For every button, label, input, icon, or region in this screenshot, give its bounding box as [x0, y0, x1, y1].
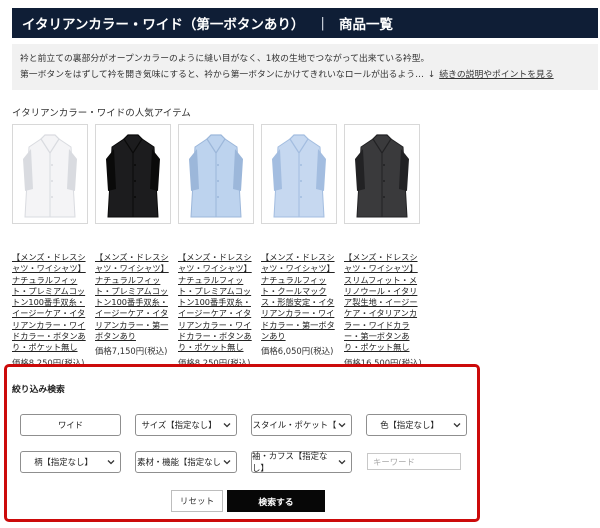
chevron-down-icon — [338, 423, 346, 428]
chevron-down-icon — [338, 460, 346, 465]
description-line-2: 第一ボタンをはずして衿を開き気味にすると、衿から第一ボタンにかけてきれいなロール… — [20, 70, 554, 80]
category-description: 衿と前立ての裏部分がオープンカラーのように縫い目がなく、1枚の生地でつながって出… — [12, 44, 598, 90]
product-image[interactable] — [12, 124, 88, 224]
sleeve-cuff-select[interactable]: 袖・カフス【指定なし】 — [251, 451, 352, 473]
product-name-link[interactable]: 【メンズ・ドレスシャツ・ワイシャツ】ナチュラルフィット・プレミアムコットン100… — [178, 252, 254, 354]
product-image[interactable] — [261, 124, 337, 224]
product-name-link[interactable]: 【メンズ・ドレスシャツ・ワイシャツ】ナチュラルフィット・クールマックス・形態安定… — [261, 252, 337, 342]
shirt-icon — [189, 134, 243, 218]
product-name-link[interactable]: 【メンズ・ドレスシャツ・ワイシャツ】ナチュラルフィット・プレミアムコットン100… — [12, 252, 88, 354]
product-image[interactable] — [344, 124, 420, 224]
shirt-icon — [272, 134, 326, 218]
product-card[interactable]: 【メンズ・ドレスシャツ・ワイシャツ】ナチュラルフィット・プレミアムコットン100… — [95, 124, 173, 357]
shirt-icon — [23, 134, 77, 218]
chevron-down-icon — [107, 460, 115, 465]
product-name-link[interactable]: 【メンズ・ドレスシャツ・ワイシャツ】ナチュラルフィット・プレミアムコットン100… — [95, 252, 171, 342]
shirt-icon — [355, 134, 409, 218]
product-name-link[interactable]: 【メンズ・ドレスシャツ・ワイシャツ】スリムフィット・メリノウール・イタリア製生地… — [344, 252, 420, 354]
title-separator: | — [320, 15, 325, 31]
product-price: 価格6,050円(税込) — [261, 346, 334, 357]
page-subtitle: 商品一覧 — [338, 17, 393, 33]
product-image[interactable] — [178, 124, 254, 224]
pattern-select[interactable]: 柄【指定なし】 — [20, 451, 121, 473]
popular-items-title: イタリアンカラー・ワイドの人気アイテム — [12, 108, 191, 119]
collar-type-field[interactable]: ワイド — [20, 414, 121, 436]
color-select[interactable]: 色【指定なし】 — [366, 414, 467, 436]
size-select[interactable]: サイズ【指定なし】 — [135, 414, 237, 436]
chevron-down-icon — [453, 423, 461, 428]
filter-title: 絞り込み検索 — [12, 385, 65, 395]
keyword-input[interactable] — [367, 453, 461, 470]
down-arrow-icon: ↓ — [427, 70, 436, 80]
page-header: イタリアンカラー・ワイド（第一ボタンあり） | 商品一覧 — [12, 8, 598, 38]
product-price: 価格7,150円(税込) — [95, 346, 168, 357]
read-more-link[interactable]: 続きの説明やポイントを見る — [439, 70, 553, 80]
chevron-down-icon — [223, 460, 231, 465]
search-button[interactable]: 検索する — [227, 490, 325, 512]
product-card[interactable]: 【メンズ・ドレスシャツ・ワイシャツ】ナチュラルフィット・プレミアムコットン100… — [178, 124, 256, 369]
page-title: イタリアンカラー・ワイド（第一ボタンあり） — [22, 17, 305, 33]
product-image[interactable] — [95, 124, 171, 224]
material-function-select[interactable]: 素材・機能【指定なし — [135, 451, 237, 473]
product-card[interactable]: 【メンズ・ドレスシャツ・ワイシャツ】ナチュラルフィット・プレミアムコットン100… — [12, 124, 90, 369]
style-pocket-select[interactable]: スタイル・ポケット【 — [251, 414, 352, 436]
product-card[interactable]: 【メンズ・ドレスシャツ・ワイシャツ】ナチュラルフィット・クールマックス・形態安定… — [261, 124, 339, 357]
product-card[interactable]: 【メンズ・ドレスシャツ・ワイシャツ】スリムフィット・メリノウール・イタリア製生地… — [344, 124, 422, 369]
shirt-icon — [106, 134, 160, 218]
chevron-down-icon — [223, 423, 231, 428]
reset-button[interactable]: リセット — [171, 490, 223, 512]
description-line-1: 衿と前立ての裏部分がオープンカラーのように縫い目がなく、1枚の生地でつながって出… — [20, 54, 430, 64]
